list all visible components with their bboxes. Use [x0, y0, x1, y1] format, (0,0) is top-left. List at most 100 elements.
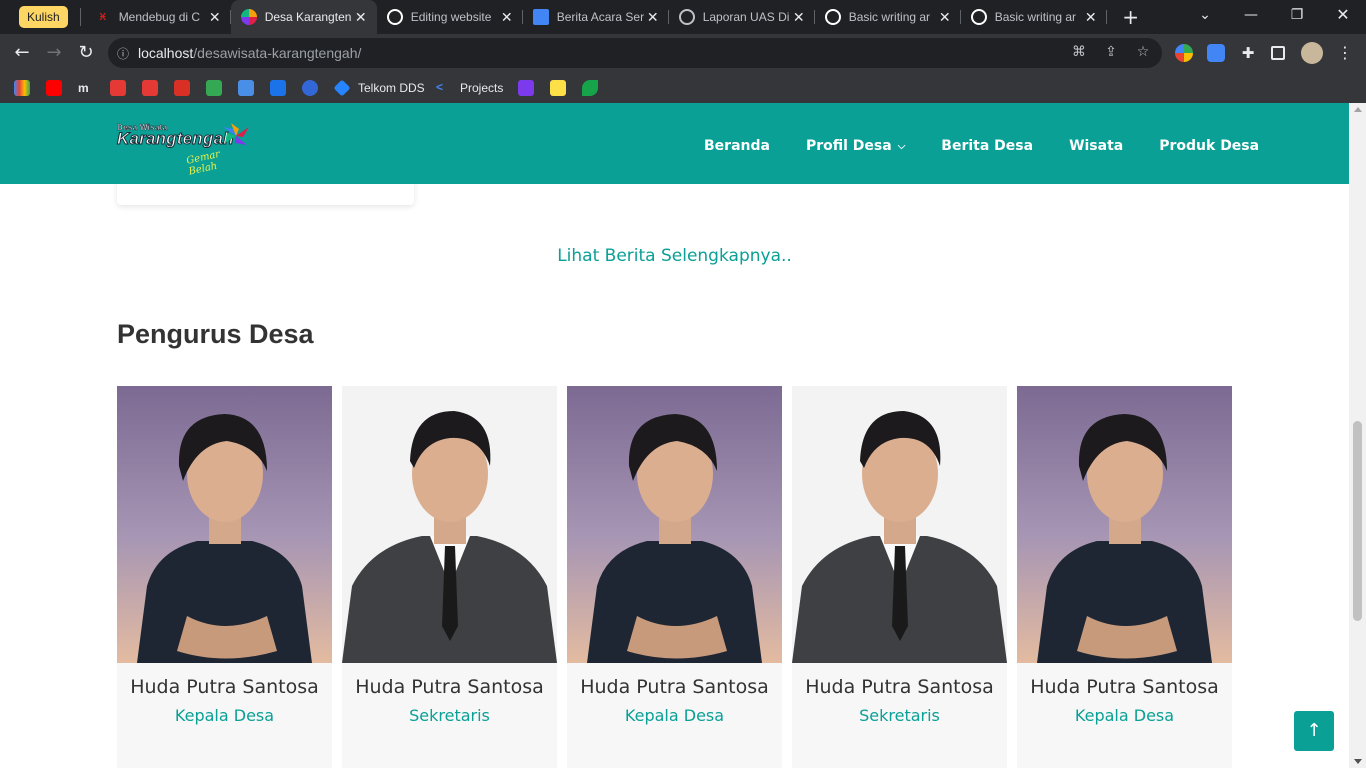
site-info-icon[interactable]: ⓘ: [108, 45, 138, 62]
github-icon: [386, 9, 403, 25]
extensions-puzzle-icon[interactable]: ✚: [1239, 44, 1257, 62]
close-tab-icon[interactable]: ✕: [645, 9, 661, 26]
gmail-bookmark[interactable]: [14, 79, 38, 96]
official-photo: [342, 386, 557, 663]
download-bookmark[interactable]: [142, 79, 166, 96]
restore-button[interactable]: ❐: [1274, 0, 1320, 30]
scroll-down-arrow-icon[interactable]: [1354, 759, 1362, 764]
official-photo: [792, 386, 1007, 663]
nav-profil-desa[interactable]: Profil Desa ⌵: [788, 138, 923, 154]
fm-bookmark[interactable]: m: [78, 79, 89, 96]
tab-title: Mendebug di C: [118, 10, 201, 24]
section-title: Pengurus Desa: [117, 319, 314, 349]
official-card[interactable]: Huda Putra Santosa Kepala Desa: [117, 386, 332, 768]
new-tab-button[interactable]: +: [1117, 3, 1145, 31]
profile-avatar[interactable]: [1301, 42, 1323, 64]
official-name: Huda Putra Santosa: [130, 676, 319, 698]
extension-colorful-icon[interactable]: [1175, 44, 1193, 62]
share-icon[interactable]: ⇪: [1102, 44, 1120, 62]
nav-wisata[interactable]: Wisata: [1051, 138, 1141, 154]
logo-flower-icon: [223, 123, 249, 145]
close-tab-icon[interactable]: ✕: [353, 9, 369, 26]
official-card[interactable]: Huda Putra Santosa Sekretaris: [342, 386, 557, 768]
nav-label: Profil Desa: [805, 138, 892, 154]
browser-tab[interactable]: Desa Karangten ✕: [230, 0, 377, 34]
blue-square-bookmark[interactable]: [238, 79, 262, 96]
nav-produk-desa[interactable]: Produk Desa: [1141, 138, 1277, 154]
browser-tab[interactable]: Ӿ Mendebug di C ✕: [85, 0, 231, 34]
scrollbar-thumb[interactable]: [1353, 421, 1362, 621]
browser-tab[interactable]: Basic writing ar ✕: [961, 0, 1107, 34]
chevron-down-icon: ⌵: [897, 140, 906, 152]
tab-group-label[interactable]: Kulish: [19, 6, 68, 28]
github-icon: [824, 9, 841, 25]
google-translate-extension-icon[interactable]: [1207, 44, 1225, 62]
nav-label: Berita Desa: [941, 138, 1034, 154]
close-tab-icon[interactable]: ✕: [937, 9, 953, 26]
tab-group-divider: [79, 8, 81, 26]
close-window-button[interactable]: ✕: [1320, 0, 1366, 30]
official-role: Sekretaris: [859, 706, 940, 725]
projects-icon: <: [436, 79, 444, 94]
close-tab-icon[interactable]: ✕: [207, 9, 223, 26]
bookmark-star-icon[interactable]: ☆: [1134, 44, 1152, 62]
url-text[interactable]: localhost/desawisata-karangtengah/: [138, 45, 361, 61]
university-bookmark[interactable]: [270, 79, 294, 96]
official-role: Kepala Desa: [174, 706, 275, 725]
site-favicon: [240, 9, 257, 25]
official-name: Huda Putra Santosa: [580, 676, 769, 698]
tab-title: Laporan UAS Di: [702, 10, 790, 24]
site-logo[interactable]: Desa Wisata Karangtengah Gemar Belah: [117, 121, 252, 178]
official-card[interactable]: Huda Putra Santosa Kepala Desa: [567, 386, 782, 768]
tab-title: Basic writing ar: [848, 10, 931, 24]
tab-divider: [1105, 10, 1107, 24]
back-to-top-button[interactable]: ↑: [1294, 711, 1334, 751]
tab-search-icon[interactable]: ⌄: [1182, 0, 1228, 30]
browser-tabstrip: Kulish Ӿ Mendebug di C ✕ Desa Karangten ✕ Edi…: [0, 0, 1366, 34]
close-tab-icon[interactable]: ✕: [791, 9, 807, 26]
page-scrollbar[interactable]: [1349, 103, 1366, 768]
more-news-link[interactable]: Lihat Berita Selengkapnya..: [0, 246, 1349, 266]
send-bookmark[interactable]: [550, 79, 574, 96]
url-path: /desawisata-karangtengah/: [193, 45, 362, 61]
pdf-jpg-bookmark[interactable]: [174, 79, 198, 96]
nav-label: Wisata: [1069, 138, 1124, 154]
nav-beranda[interactable]: Beranda: [686, 138, 788, 154]
forward-button[interactable]: →: [38, 37, 70, 69]
official-role: Kepala Desa: [624, 706, 725, 725]
monitor-bookmark[interactable]: [518, 79, 542, 96]
translate-icon[interactable]: ⌘: [1070, 44, 1088, 62]
emblem-bookmark[interactable]: [206, 79, 230, 96]
browser-toolbar: ← → ↻ ⓘ localhost/desawisata-karangtenga…: [0, 34, 1366, 72]
youtube-bookmark[interactable]: [46, 79, 70, 96]
back-button[interactable]: ←: [6, 37, 38, 69]
browser-tab[interactable]: Berita Acara Ser ✕: [523, 0, 669, 34]
official-photo: [1017, 386, 1232, 663]
nav-berita-desa[interactable]: Berita Desa: [923, 138, 1051, 154]
browser-menu-icon[interactable]: ⋮: [1336, 44, 1354, 62]
official-card[interactable]: Huda Putra Santosa Kepala Desa: [1017, 386, 1232, 768]
official-name: Huda Putra Santosa: [1030, 676, 1219, 698]
leaf-bookmark[interactable]: [582, 79, 606, 96]
reload-button[interactable]: ↻: [70, 37, 102, 69]
badge-389-bookmark[interactable]: [302, 79, 326, 96]
browser-tab[interactable]: Basic writing ar ✕: [815, 0, 961, 34]
side-panel-icon[interactable]: [1271, 46, 1285, 60]
official-card[interactable]: Huda Putra Santosa Sekretaris: [792, 386, 1007, 768]
page-viewport: Desa Wisata Karangtengah Gemar Belah Ber…: [0, 103, 1349, 768]
official-photo: [117, 386, 332, 663]
minimize-button[interactable]: —: [1228, 0, 1274, 30]
browser-tab[interactable]: Editing website ✕: [377, 0, 523, 34]
projects-bookmark[interactable]: < Projects: [436, 79, 503, 96]
browser-tab[interactable]: Laporan UAS Di ✕: [669, 0, 815, 34]
close-tab-icon[interactable]: ✕: [1083, 9, 1099, 26]
logo-line2: Karangtengah: [117, 129, 235, 149]
url-host: localhost: [138, 45, 194, 61]
docs-icon: [532, 9, 549, 25]
close-tab-icon[interactable]: ✕: [499, 9, 515, 26]
red-app-bookmark[interactable]: [110, 79, 134, 96]
telkom-dds-bookmark[interactable]: Telkom DDS: [333, 79, 425, 96]
scroll-up-arrow-icon[interactable]: [1354, 107, 1362, 112]
github-icon: [970, 9, 987, 25]
address-bar[interactable]: ⓘ localhost/desawisata-karangtengah/ ⌘ ⇪…: [108, 38, 1162, 68]
